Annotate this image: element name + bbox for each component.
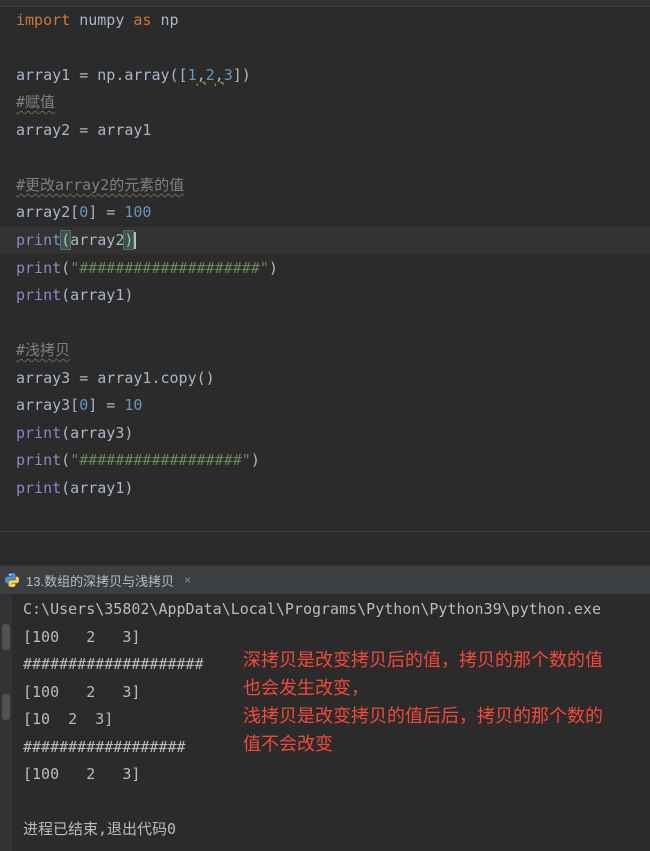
string-literal: "##################" <box>70 451 251 469</box>
code-text: array1 = np.array([ <box>16 66 188 84</box>
comma-warning: , <box>214 66 224 84</box>
string-literal: "####################" <box>70 259 269 277</box>
number-literal: 10 <box>124 396 143 414</box>
code-line-5[interactable]: array2 = array1 <box>16 117 151 144</box>
code-text: array2 <box>70 231 125 249</box>
code-text: ) <box>250 451 260 469</box>
comment-modify: #更改array2的元素的值 <box>16 176 185 194</box>
console-line: [100 2 3] <box>23 683 141 701</box>
panel-gap <box>0 532 650 565</box>
run-console[interactable]: C:\Users\35802\AppData\Local\Programs\Py… <box>0 594 650 851</box>
code-line-8[interactable]: array2[0] = 100 <box>16 199 151 226</box>
builtin-print: print <box>16 479 62 497</box>
keyword-import: import <box>16 11 71 29</box>
code-line-14[interactable]: array3 = array1.copy() <box>16 365 215 392</box>
code-line-4[interactable]: #赋值 <box>16 89 55 116</box>
console-line: #################### <box>23 655 204 673</box>
number-literal: 1 <box>187 66 197 84</box>
annotation-line-2: 也会发生改变， <box>243 678 369 698</box>
number-literal: 0 <box>79 203 89 221</box>
run-tab-label: 13.数组的深拷贝与浅拷贝 <box>26 573 175 589</box>
console-line: [100 2 3] <box>23 765 141 783</box>
builtin-print: print <box>16 424 62 442</box>
code-text: array2[ <box>16 203 80 221</box>
python-icon <box>5 573 19 587</box>
console-toolbar <box>0 594 12 851</box>
code-line-10[interactable]: print("####################") <box>16 255 278 282</box>
editor-top-border <box>0 0 650 7</box>
code-text: array3[ <box>16 396 80 414</box>
down-arrow-icon[interactable] <box>2 694 10 720</box>
code-text: ( <box>61 259 71 277</box>
run-tab[interactable]: 13.数组的深拷贝与浅拷贝 × <box>0 566 202 594</box>
comma-warning: , <box>196 66 206 84</box>
bracket-match: ( <box>60 230 72 250</box>
keyword-as: as <box>133 11 152 29</box>
code-text: ] = <box>88 203 125 221</box>
code-text: (array1) <box>61 479 134 497</box>
code-line-17[interactable]: print("##################") <box>16 447 260 474</box>
number-literal: 3 <box>223 66 233 84</box>
run-tool-window-tabs: 13.数组的深拷贝与浅拷贝 × <box>0 565 650 594</box>
builtin-print: print <box>16 286 62 304</box>
console-line: [10 2 3] <box>23 710 114 728</box>
code-text: array3 = array1.copy() <box>16 369 215 387</box>
builtin-print: print <box>16 451 62 469</box>
console-line: [100 2 3] <box>23 628 141 646</box>
code-line-15[interactable]: array3[0] = 10 <box>16 392 142 419</box>
code-editor[interactable]: import numpy as np array1 = np.array([1,… <box>0 0 650 531</box>
module-alias: np <box>151 11 179 29</box>
builtin-print: print <box>16 259 62 277</box>
module-name: numpy <box>70 11 134 29</box>
code-line-3[interactable]: array1 = np.array([1,2,3]) <box>16 62 251 89</box>
comment-shallow-copy: #浅拷贝 <box>16 341 71 359</box>
builtin-print: print <box>16 231 62 249</box>
process-finished-line: 进程已结束,退出代码0 <box>23 820 177 838</box>
number-literal: 100 <box>124 203 152 221</box>
code-text: ] = <box>88 396 125 414</box>
code-line-7[interactable]: #更改array2的元素的值 <box>16 172 184 199</box>
code-line-13[interactable]: #浅拷贝 <box>16 337 70 364</box>
code-text: ( <box>61 451 71 469</box>
code-text: (array3) <box>61 424 134 442</box>
annotation-line-1: 深拷贝是改变拷贝后的值，拷贝的那个数的值 <box>243 650 603 670</box>
console-line: ################## <box>23 738 186 756</box>
comment-assign: #赋值 <box>16 93 56 111</box>
annotation-line-4: 值不会改变 <box>243 734 333 754</box>
code-line-16[interactable]: print(array3) <box>16 420 133 447</box>
code-text: ]) <box>232 66 251 84</box>
code-line-18[interactable]: print(array1) <box>16 475 133 502</box>
code-line-11[interactable]: print(array1) <box>16 282 133 309</box>
bracket-match: ) <box>123 230 135 250</box>
annotation-line-3: 浅拷贝是改变拷贝的值后后，拷贝的那个数的 <box>243 706 603 726</box>
console-line: C:\Users\35802\AppData\Local\Programs\Py… <box>23 600 601 618</box>
code-line-9-current[interactable]: print(array2) <box>0 227 650 254</box>
code-line-1[interactable]: import numpy as np <box>16 7 179 34</box>
number-literal: 2 <box>205 66 215 84</box>
close-icon[interactable]: × <box>184 573 191 587</box>
text-caret <box>134 232 137 249</box>
code-text: ) <box>268 259 278 277</box>
up-arrow-icon[interactable] <box>2 624 10 650</box>
code-text: (array1) <box>61 286 134 304</box>
code-text: array2 = array1 <box>16 121 152 139</box>
number-literal: 0 <box>79 396 89 414</box>
